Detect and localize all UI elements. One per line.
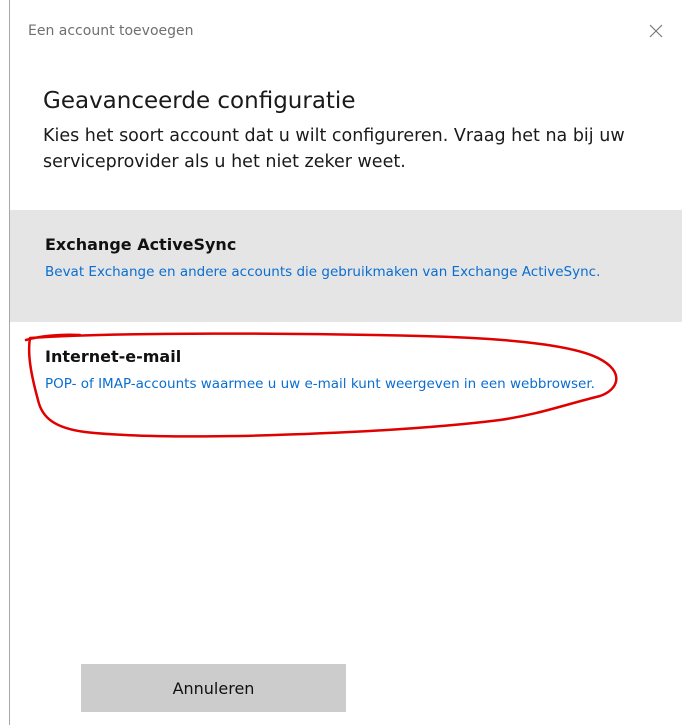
cancel-button[interactable]: Annuleren [81, 664, 346, 712]
add-account-dialog: Een account toevoegen Geavanceerde confi… [0, 0, 682, 725]
page-description: Kies het soort account dat u wilt config… [43, 126, 625, 172]
option-description: Bevat Exchange en andere accounts die ge… [45, 264, 601, 280]
option-title: Internet-e-mail [45, 347, 182, 366]
option-title: Exchange ActiveSync [45, 235, 237, 254]
page-title: Geavanceerde configuratie [43, 88, 356, 114]
option-internet-email[interactable]: Internet-e-mail POP- of IMAP-accounts wa… [10, 330, 682, 440]
option-exchange-activesync[interactable]: Exchange ActiveSync Bevat Exchange en an… [10, 210, 682, 322]
option-description: POP- of IMAP-accounts waarmee u uw e-mai… [45, 376, 595, 392]
close-button[interactable] [644, 19, 668, 43]
close-icon [649, 24, 663, 38]
window-title: Een account toevoegen [28, 23, 194, 39]
